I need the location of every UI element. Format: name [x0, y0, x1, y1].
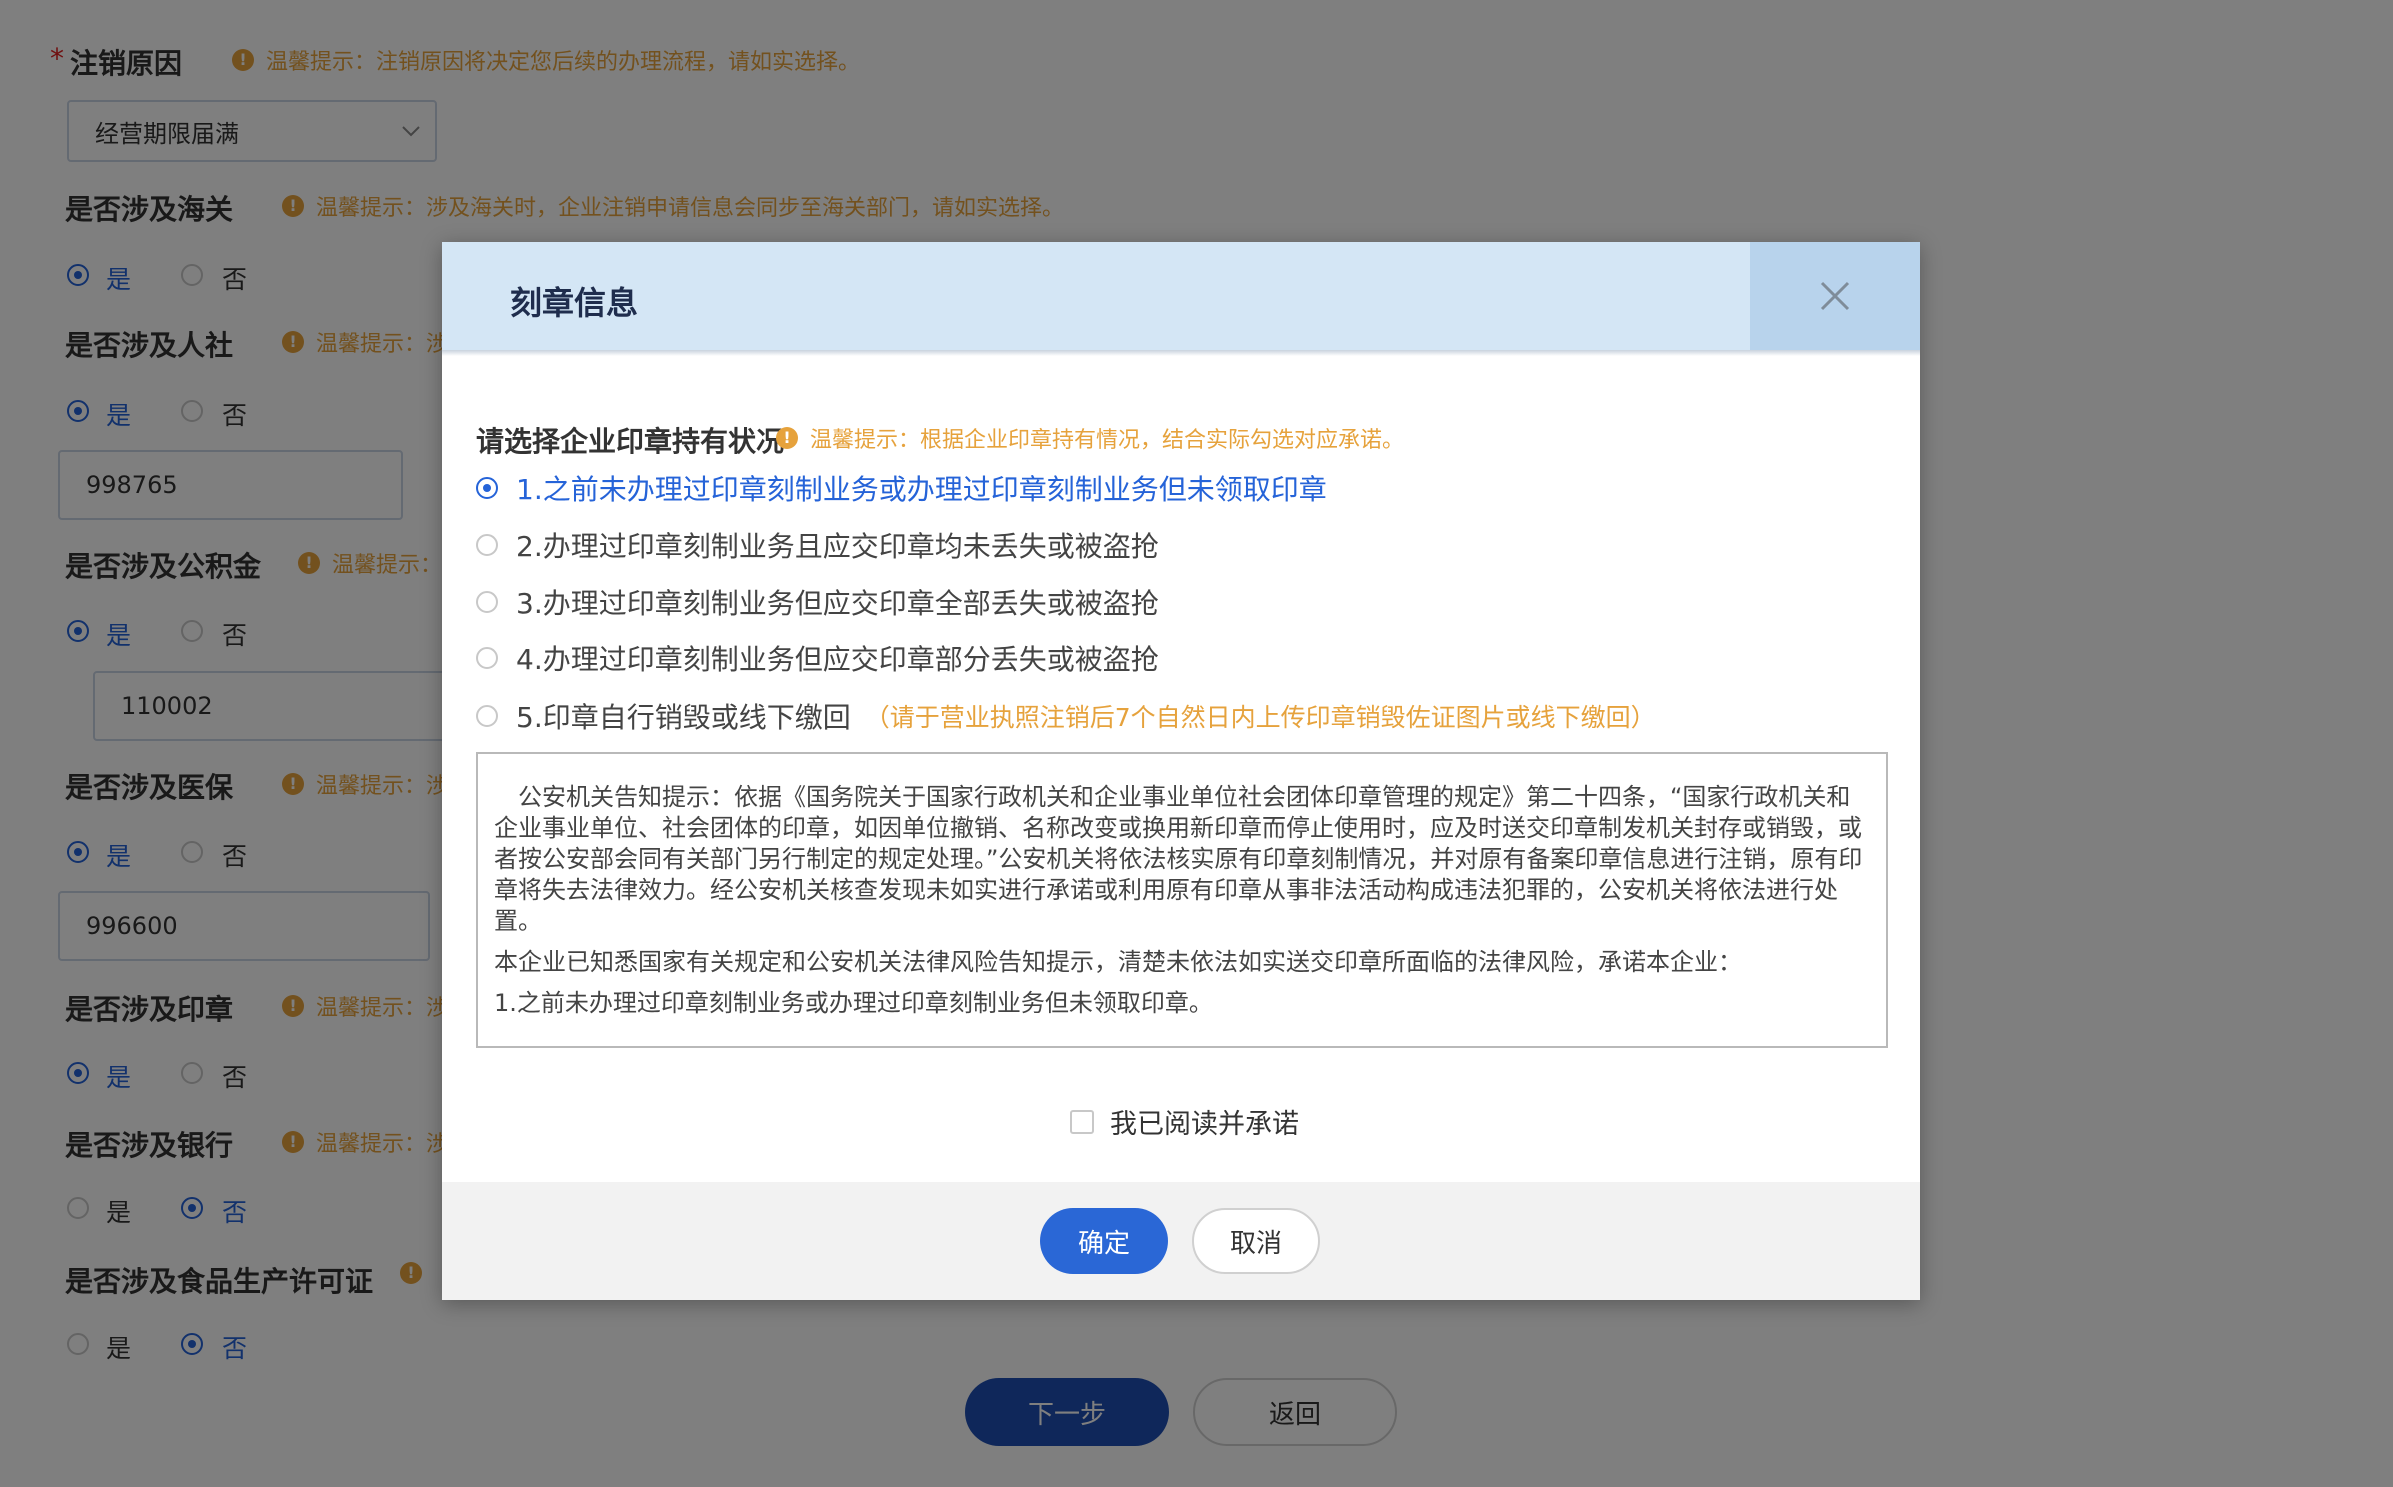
- option-label: 4.办理过印章刻制业务但应交印章部分丢失或被盗抢: [516, 643, 1159, 676]
- agree-checkbox-row[interactable]: 我已阅读并承诺: [1070, 1102, 1299, 1141]
- cancel-button[interactable]: 取消: [1192, 1208, 1320, 1274]
- notice-paragraph: 公安机关告知提示：依据《国务院关于国家行政机关和企业事业单位社会团体印章管理的规…: [494, 783, 1863, 935]
- seal-option-4[interactable]: 4.办理过印章刻制业务但应交印章部分丢失或被盗抢: [476, 638, 1159, 678]
- seal-status-tip: ! 温馨提示：根据企业印章持有情况，结合实际勾选对应承诺。: [776, 422, 1404, 454]
- tip-text: 温馨提示：根据企业印章持有情况，结合实际勾选对应承诺。: [810, 428, 1405, 453]
- option-note: （请于营业执照注销后7个自然日内上传印章销毁佐证图片或线下缴回）: [864, 703, 1656, 732]
- header-divider: [442, 350, 1920, 356]
- seal-option-3[interactable]: 3.办理过印章刻制业务但应交印章全部丢失或被盗抢: [476, 582, 1159, 622]
- option-label: 2.办理过印章刻制业务且应交印章均未丢失或被盗抢: [516, 530, 1159, 563]
- option-label: 1.之前未办理过印章刻制业务或办理过印章刻制业务但未领取印章: [516, 473, 1327, 506]
- notice-paragraph: 本企业已知悉国家有关规定和公安机关法律风险告知提示，清楚未依法如实送交印章所面临…: [494, 948, 1742, 976]
- confirm-button[interactable]: 确定: [1040, 1208, 1168, 1274]
- close-button[interactable]: [1750, 242, 1920, 350]
- dialog-title: 刻章信息: [510, 284, 639, 322]
- seal-info-dialog: 刻章信息 请选择企业印章持有状况 ! 温馨提示：根据企业印章持有情况，结合实际勾…: [442, 242, 1920, 1300]
- option-label: 3.办理过印章刻制业务但应交印章全部丢失或被盗抢: [516, 587, 1159, 620]
- police-notice-box: 公安机关告知提示：依据《国务院关于国家行政机关和企业事业单位社会团体印章管理的规…: [476, 752, 1888, 1048]
- seal-option-2[interactable]: 2.办理过印章刻制业务且应交印章均未丢失或被盗抢: [476, 525, 1159, 565]
- dialog-header: 刻章信息: [442, 242, 1920, 350]
- option-radio[interactable]: [476, 705, 498, 727]
- dialog-footer: 确定 取消: [442, 1182, 1920, 1300]
- option-radio[interactable]: [476, 534, 498, 556]
- seal-status-label: 请选择企业印章持有状况: [476, 425, 785, 458]
- option-radio[interactable]: [476, 647, 498, 669]
- close-icon: [1820, 281, 1850, 311]
- agree-label: 我已阅读并承诺: [1110, 1109, 1299, 1140]
- notice-paragraph: 1.之前未办理过印章刻制业务或办理过印章刻制业务但未领取印章。: [494, 989, 1213, 1017]
- seal-option-5[interactable]: 5.印章自行销毁或线下缴回 （请于营业执照注销后7个自然日内上传印章销毁佐证图片…: [476, 696, 1656, 736]
- agree-checkbox[interactable]: [1070, 1109, 1094, 1134]
- option-radio[interactable]: [476, 591, 498, 613]
- seal-option-1[interactable]: 1.之前未办理过印章刻制业务或办理过印章刻制业务但未领取印章: [476, 468, 1327, 508]
- warning-icon: !: [776, 427, 798, 449]
- option-radio[interactable]: [476, 477, 498, 499]
- option-label: 5.印章自行销毁或线下缴回: [516, 701, 851, 734]
